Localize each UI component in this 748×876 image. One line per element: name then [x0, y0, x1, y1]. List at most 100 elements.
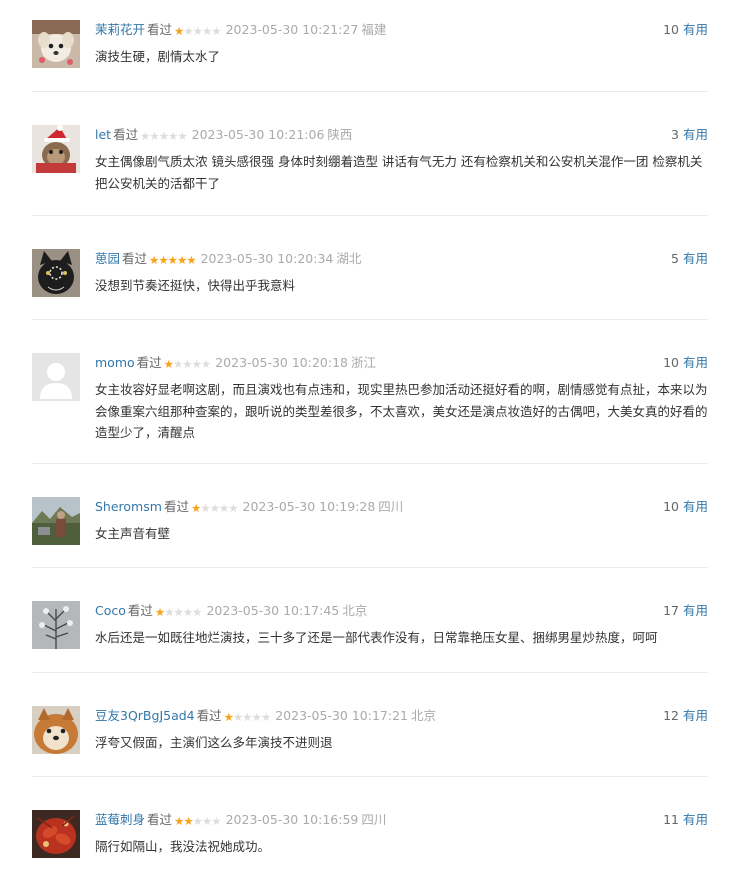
rating-stars: ★★★★★: [140, 126, 188, 146]
comment-meta: 葸园 看过 ★★★★★ 2023-05-30 10:20:34 湖北 5 有用: [95, 249, 708, 269]
comment-item: Sheromsm 看过 ★★★★★ 2023-05-30 10:19:28 四川 10 有…: [32, 464, 708, 568]
comment-meta: 茉莉花开 看过 ★★★★★ 2023-05-30 10:21:27 福建 10 有用: [95, 20, 708, 40]
useful-button[interactable]: 有用: [683, 127, 708, 142]
star-filled-icon: ★: [223, 710, 234, 724]
useful-button[interactable]: 有用: [683, 708, 708, 723]
vote-area: 11 有用: [663, 810, 708, 830]
watch-status: 看过: [196, 708, 222, 723]
comment-time: 2023-05-30 10:16:59: [225, 812, 359, 827]
comment-body: 茉莉花开 看过 ★★★★★ 2023-05-30 10:21:27 福建 10 有用 演技…: [95, 20, 708, 68]
comment-time: 2023-05-30 10:21:06: [191, 127, 325, 142]
comment-text: 演技生硬，剧情太水了: [95, 49, 221, 64]
watch-status: 看过: [163, 499, 189, 514]
user-avatar[interactable]: [32, 810, 80, 858]
rating-stars: ★★★★★: [223, 707, 272, 727]
comment-location: 北京: [342, 603, 368, 618]
useful-button[interactable]: 有用: [683, 603, 708, 618]
username-link[interactable]: 豆友3QrBgJ5ad4: [95, 708, 195, 723]
rating-stars: ★★★★★: [163, 354, 212, 374]
star-empty-icon: ★: [164, 605, 174, 619]
useful-button[interactable]: 有用: [683, 251, 708, 266]
username-link[interactable]: let: [95, 127, 111, 142]
comment-time: 2023-05-30 10:20:34: [200, 251, 334, 266]
comment-body: 蓝莓刺身 看过 ★★★★★ 2023-05-30 10:16:59 四川 11 有用 隔行…: [95, 810, 708, 858]
comment-item: Coco 看过 ★★★★★ 2023-05-30 10:17:45 北京 17 有用 水后…: [32, 568, 708, 673]
star-filled-icon: ★: [186, 253, 196, 267]
rating-stars: ★★★★★: [155, 602, 203, 622]
star-empty-icon: ★: [200, 501, 210, 515]
username-link[interactable]: 葸园: [95, 251, 120, 266]
user-avatar[interactable]: [32, 20, 80, 68]
comment-body: 豆友3QrBgJ5ad4 看过 ★★★★★ 2023-05-30 10:17:21 北京…: [95, 706, 708, 754]
watch-status: 看过: [113, 127, 139, 142]
star-empty-icon: ★: [177, 129, 187, 143]
comment-location: 北京: [410, 708, 436, 723]
watch-status: 看过: [136, 355, 162, 370]
vote-area: 12 有用: [663, 706, 708, 726]
star-empty-icon: ★: [192, 605, 202, 619]
comment-location: 四川: [361, 812, 387, 827]
useful-button[interactable]: 有用: [683, 812, 708, 827]
useful-button[interactable]: 有用: [683, 355, 708, 370]
star-empty-icon: ★: [173, 605, 184, 619]
star-empty-icon: ★: [200, 357, 211, 371]
watch-status: 看过: [122, 251, 148, 266]
comment-body: Sheromsm 看过 ★★★★★ 2023-05-30 10:19:28 四川 10 有…: [95, 497, 708, 545]
user-avatar[interactable]: [32, 353, 80, 401]
star-filled-icon: ★: [158, 253, 168, 267]
star-empty-icon: ★: [191, 357, 202, 371]
comment-body: momo 看过 ★★★★★ 2023-05-30 10:20:18 浙江 10 有用 女主…: [95, 353, 708, 444]
star-empty-icon: ★: [172, 357, 183, 371]
vote-count: 10: [663, 499, 679, 514]
star-empty-icon: ★: [211, 814, 221, 828]
comment-item: 蓝莓刺身 看过 ★★★★★ 2023-05-30 10:16:59 四川 11 有用 隔行…: [32, 777, 708, 876]
star-empty-icon: ★: [201, 814, 212, 828]
rating-stars: ★★★★★: [174, 21, 222, 41]
comment-text: 女主声音有壁: [95, 526, 171, 541]
useful-button[interactable]: 有用: [683, 499, 708, 514]
crayfish-avatar-icon: [32, 810, 80, 858]
user-avatar[interactable]: [32, 497, 80, 545]
username-link[interactable]: Sheromsm: [95, 499, 162, 514]
useful-button[interactable]: 有用: [683, 22, 708, 37]
user-avatar[interactable]: [32, 706, 80, 754]
star-empty-icon: ★: [140, 129, 150, 143]
comment-meta: 蓝莓刺身 看过 ★★★★★ 2023-05-30 10:16:59 四川 11 有用: [95, 810, 708, 830]
comment-body: Coco 看过 ★★★★★ 2023-05-30 10:17:45 北京 17 有用 水后…: [95, 601, 708, 649]
comment-text: 没想到节奏还挺快，快得出乎我意料: [95, 278, 296, 293]
comment-text: 隔行如隔山，我没法祝她成功。: [95, 839, 271, 854]
star-empty-icon: ★: [201, 24, 212, 38]
vote-area: 17 有用: [663, 601, 708, 621]
username-link[interactable]: momo: [95, 355, 135, 370]
star-empty-icon: ★: [192, 814, 203, 828]
star-empty-icon: ★: [242, 710, 252, 724]
watch-status: 看过: [147, 22, 173, 37]
vote-count: 10: [663, 355, 679, 370]
username-link[interactable]: Coco: [95, 603, 126, 618]
comment-body: let 看过 ★★★★★ 2023-05-30 10:21:06 陕西 3 有用 女主偶像…: [95, 125, 708, 194]
snow-tree-avatar-icon: [32, 601, 80, 649]
comment-item: 豆友3QrBgJ5ad4 看过 ★★★★★ 2023-05-30 10:17:21 北京…: [32, 673, 708, 777]
star-filled-icon: ★: [174, 814, 184, 828]
user-avatar[interactable]: [32, 249, 80, 297]
star-empty-icon: ★: [211, 24, 221, 38]
star-empty-icon: ★: [260, 710, 271, 724]
user-avatar[interactable]: [32, 125, 80, 173]
user-avatar[interactable]: [32, 601, 80, 649]
star-empty-icon: ★: [149, 129, 159, 143]
username-link[interactable]: 茉莉花开: [95, 22, 145, 37]
star-empty-icon: ★: [183, 24, 193, 38]
default-user-avatar-icon: [32, 353, 80, 401]
rating-stars: ★★★★★: [149, 250, 197, 270]
comment-meta: Sheromsm 看过 ★★★★★ 2023-05-30 10:19:28 四川 10 有…: [95, 497, 708, 517]
comment-text: 浮夸又假面，主演们这么多年演技不进则退: [95, 735, 333, 750]
rating-stars: ★★★★★: [191, 498, 239, 518]
vote-count: 17: [663, 603, 679, 618]
star-empty-icon: ★: [182, 357, 192, 371]
username-link[interactable]: 蓝莓刺身: [95, 812, 145, 827]
star-filled-icon: ★: [163, 357, 174, 371]
comment-time: 2023-05-30 10:17:21: [275, 708, 408, 723]
watch-status: 看过: [127, 603, 153, 618]
black-cat-avatar-icon: [32, 249, 80, 297]
watch-status: 看过: [147, 812, 173, 827]
